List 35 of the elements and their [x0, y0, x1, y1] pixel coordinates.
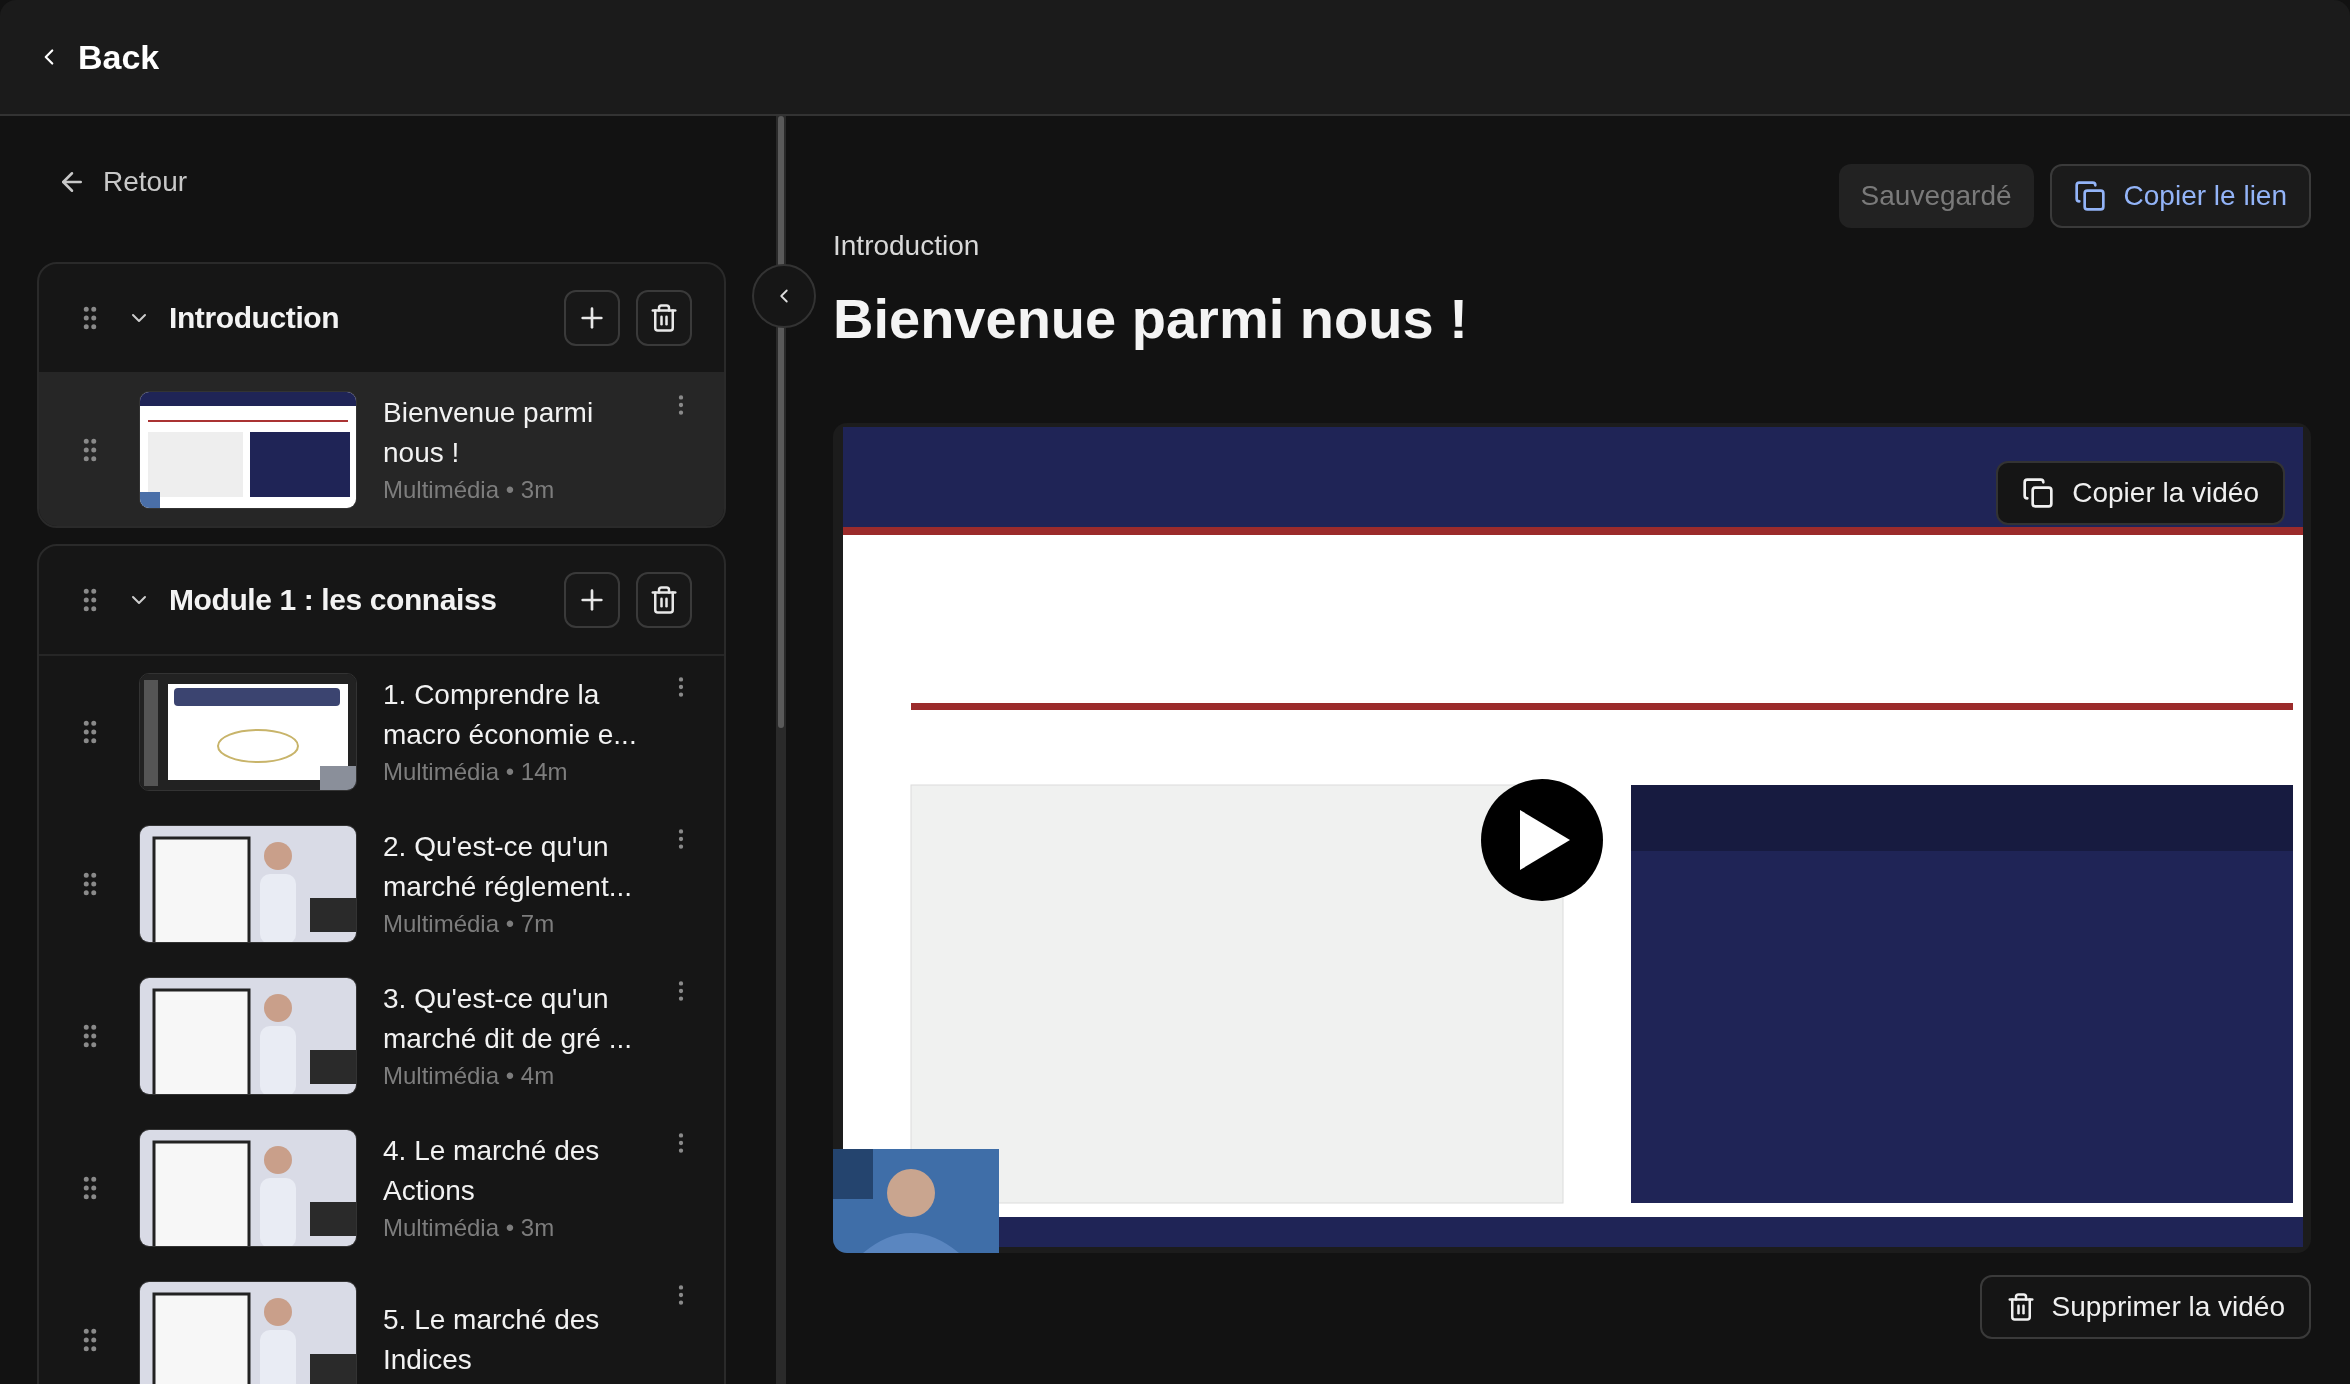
- copy-icon: [2022, 477, 2055, 509]
- lesson-item[interactable]: 5. Le marché des Indices: [39, 1264, 724, 1384]
- scrollbar[interactable]: [776, 116, 786, 1384]
- copy-video-button[interactable]: Copier la vidéo: [1996, 461, 2285, 525]
- lesson-title: 1. Comprendre la macro économie e...: [383, 678, 638, 752]
- lesson-title: 2. Qu'est-ce qu'un marché réglement...: [383, 830, 633, 904]
- delete-button[interactable]: [636, 572, 692, 628]
- add-button[interactable]: [564, 572, 620, 628]
- copy-icon: [2073, 180, 2106, 212]
- lesson-title: 3. Qu'est-ce qu'un marché dit de gré ...: [383, 982, 633, 1056]
- lesson-meta: Multimédia • 14m: [383, 757, 569, 787]
- lesson-title: Bienvenue parmi nous !: [383, 396, 595, 470]
- add-button[interactable]: [564, 290, 620, 346]
- back-button[interactable]: Back: [36, 37, 160, 77]
- lesson-meta: Multimédia • 7m: [383, 909, 556, 939]
- copy-link-button[interactable]: Copier le lien: [2049, 164, 2311, 228]
- lesson-item[interactable]: Bienvenue parmi nous ! Multimédia • 3m: [39, 374, 724, 526]
- lesson-item[interactable]: 3. Qu'est-ce qu'un marché dit de gré ... Multimédia • 4m: [39, 960, 724, 1112]
- lesson-title: 4. Le marché des Actions: [383, 1134, 601, 1208]
- breadcrumb: Introduction: [833, 230, 980, 262]
- page-title: Bienvenue parmi nous !: [833, 286, 1468, 351]
- lesson-meta: Multimédia • 3m: [383, 1213, 556, 1243]
- back-link[interactable]: Retour: [37, 166, 188, 198]
- trash-icon: [649, 303, 679, 333]
- section-title: Introduction: [169, 301, 341, 335]
- section-title: Module 1 : les connaiss: [169, 583, 498, 617]
- lesson-meta: Multimédia • 4m: [383, 1061, 556, 1091]
- delete-button[interactable]: [636, 290, 692, 346]
- lesson-meta: Multimédia • 3m: [383, 475, 556, 505]
- delete-video-button[interactable]: Supprimer la vidéo: [1979, 1275, 2311, 1339]
- trash-icon: [649, 585, 679, 615]
- lesson-item[interactable]: 1. Comprendre la macro économie e... Multimédia • 14m: [39, 656, 724, 808]
- lesson-title: 5. Le marché des Indices: [383, 1303, 601, 1377]
- lesson-item[interactable]: 2. Qu'est-ce qu'un marché réglement... Multimédia • 7m: [39, 808, 724, 960]
- lesson-item[interactable]: 4. Le marché des Actions Multimédia • 3m: [39, 1112, 724, 1264]
